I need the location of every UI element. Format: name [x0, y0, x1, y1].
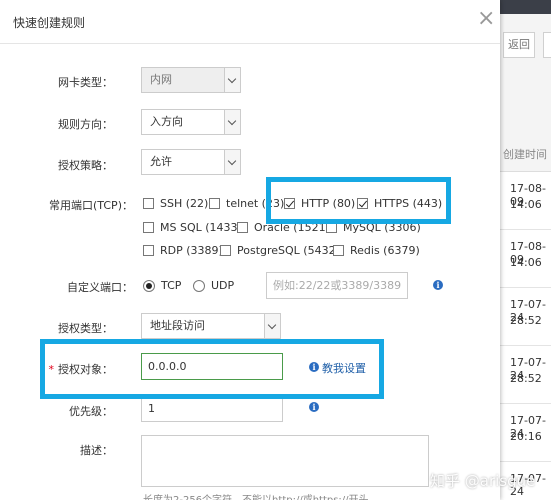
checkbox-label: PostgreSQL (5432) [237, 244, 340, 257]
info-icon[interactable]: i [433, 280, 443, 290]
back-button[interactable]: 返回 [503, 32, 535, 58]
chevron-down-icon [224, 68, 240, 92]
checkbox-icon [333, 245, 344, 256]
custom-port-label: 自定义端口： [67, 281, 133, 294]
watermark: 知乎 @arisgue [430, 472, 536, 490]
table-row[interactable]: 17-07-24 20:16 [500, 404, 551, 462]
description-label: 描述： [80, 444, 113, 457]
dialog-title: 快速创建规则 [13, 16, 86, 30]
auth-type-value: 地址段访问 [150, 319, 205, 332]
checkbox-rdp[interactable]: RDP (3389) [143, 244, 223, 257]
background-page: 返回 创建时间 17-08-09 14:06 17-08-09 14:06 17-0… [500, 0, 551, 500]
close-icon[interactable]: × [477, 8, 495, 30]
checkbox-icon [209, 198, 220, 209]
direction-value: 入方向 [150, 115, 183, 128]
checkbox-label: SSH (22) [160, 197, 209, 210]
radio-tcp[interactable]: TCP [143, 279, 181, 292]
checkbox-mssql[interactable]: MS SQL (1433) [143, 221, 242, 234]
custom-port-input[interactable]: 例如:22/22或3389/3389 [266, 272, 408, 299]
auth-type-label: 授权类型： [58, 322, 113, 335]
background-topbar [500, 0, 551, 14]
checkbox-postgresql[interactable]: PostgreSQL (5432) [220, 244, 340, 257]
description-textarea[interactable] [141, 435, 429, 487]
checkbox-label: MS SQL (1433) [160, 221, 242, 234]
table-row[interactable]: 17-08-09 14:06 [500, 230, 551, 288]
radio-label: TCP [161, 279, 182, 292]
quick-create-rule-dialog: 快速创建规则 × 网卡类型： 内网 规则方向： 入方向 授权策略： 允许 常用端… [0, 0, 500, 500]
checkbox-icon [220, 245, 231, 256]
nic-type-label: 网卡类型： [58, 76, 113, 89]
nic-type-value: 内网 [150, 73, 172, 86]
radio-label: UDP [211, 279, 235, 292]
auth-object-highlight-box [40, 339, 384, 399]
row-time: 28:52 [510, 372, 542, 385]
checkbox-label: Redis (6379) [350, 244, 420, 257]
checkbox-redis[interactable]: Redis (6379) [333, 244, 420, 257]
priority-label: 优先级： [69, 405, 113, 418]
priority-input[interactable]: 1 [141, 395, 283, 422]
checkbox-icon [237, 222, 248, 233]
ports-highlight-box [266, 177, 451, 224]
policy-label: 授权策略： [58, 159, 113, 172]
chevron-down-icon [224, 150, 240, 174]
direction-label: 规则方向： [58, 118, 113, 131]
description-help-text: 长度为2-256个字符，不能以http://或https://开头 [143, 491, 369, 500]
row-time: 14:06 [510, 198, 542, 211]
checkbox-icon [143, 222, 154, 233]
chevron-down-icon [264, 314, 280, 338]
checkbox-ssh[interactable]: SSH (22) [143, 197, 208, 210]
table-row[interactable]: 17-07-24 28:52 [500, 288, 551, 346]
row-time: 28:52 [510, 314, 542, 327]
policy-value: 允许 [150, 155, 172, 168]
time-column-header: 创建时间 [500, 138, 551, 172]
info-icon[interactable]: i [309, 402, 319, 412]
radio-selected-icon [143, 279, 155, 292]
row-time: 14:06 [510, 256, 542, 269]
radio-icon [193, 279, 205, 292]
common-ports-label: 常用端口(TCP)： [49, 199, 133, 212]
checkbox-icon [143, 245, 154, 256]
auth-type-select[interactable]: 地址段访问 [141, 313, 281, 339]
background-button[interactable] [543, 32, 551, 58]
nic-type-select[interactable]: 内网 [141, 67, 241, 93]
checkbox-label: RDP (3389) [160, 244, 223, 257]
table-row[interactable]: 17-07-24 28:52 [500, 346, 551, 404]
table-row[interactable]: 17-08-09 14:06 [500, 172, 551, 230]
direction-select[interactable]: 入方向 [141, 109, 241, 135]
row-time: 20:16 [510, 430, 542, 443]
radio-udp[interactable]: UDP [193, 279, 234, 292]
chevron-down-icon [224, 110, 240, 134]
checkbox-icon [143, 198, 154, 209]
policy-select[interactable]: 允许 [141, 149, 241, 175]
dialog-header: 快速创建规则 × [0, 0, 500, 44]
